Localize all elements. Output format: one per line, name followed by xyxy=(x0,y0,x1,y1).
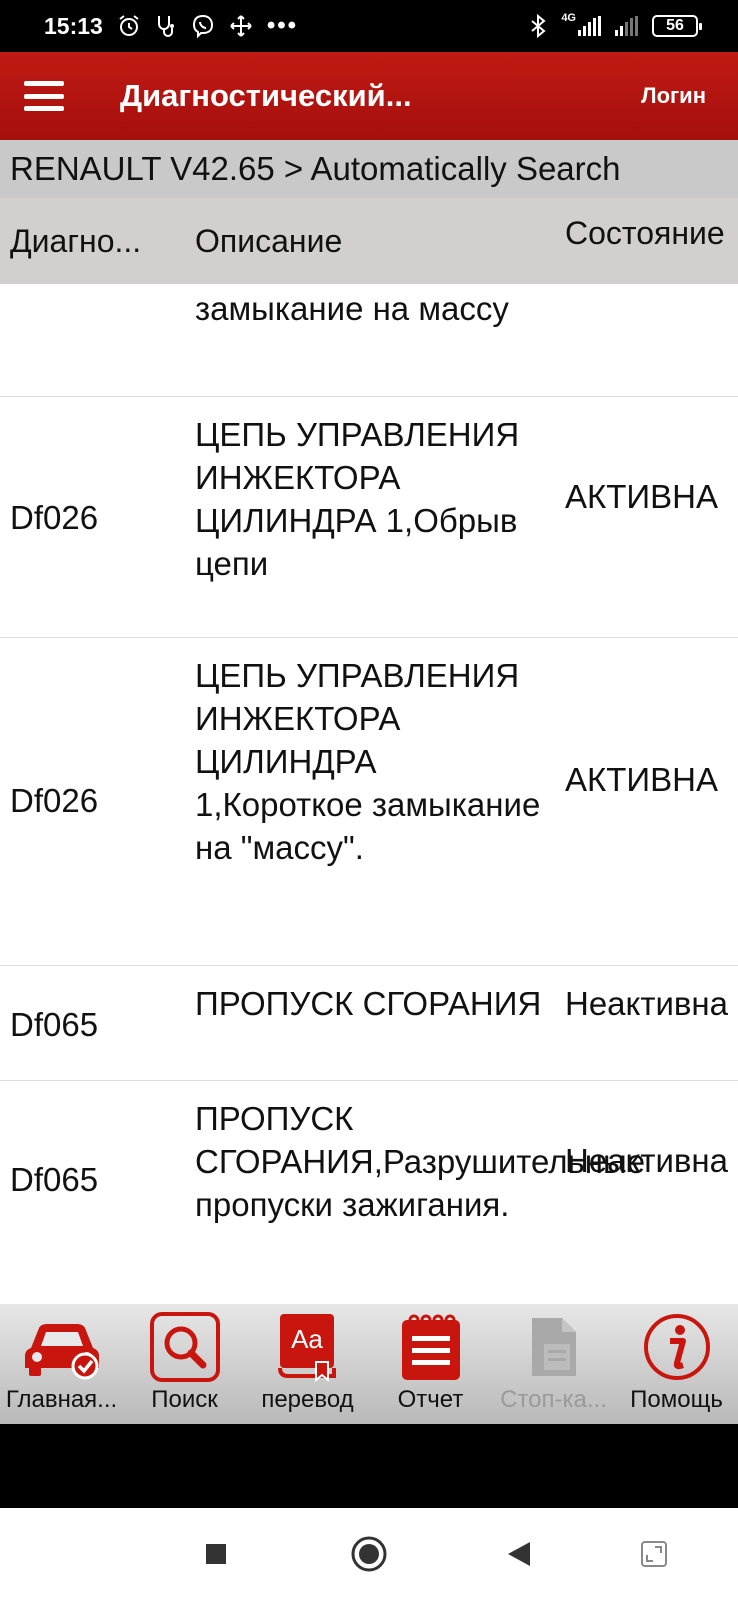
table-row[interactable]: Df026 ЦЕПЬ УПРАВЛЕНИЯ ИНЖЕКТОРА ЦИЛИНДРА… xyxy=(0,638,738,966)
empty-area xyxy=(0,1424,738,1508)
row-state: Неактивна xyxy=(565,1142,729,1179)
row-description: ПРОПУСК СГОРАНИЯ xyxy=(195,985,542,1022)
freeze-frame-document-icon xyxy=(531,1318,576,1376)
row-description: или короткое замыкание на массу xyxy=(195,290,509,327)
menu-icon[interactable] xyxy=(24,81,64,111)
table-row[interactable]: Df026 ЦЕПЬ УПРАВЛЕНИЯ ИНЖЕКТОРА ЦИЛИНДРА… xyxy=(0,397,738,638)
screen: 15:13 ••• 4G 56 Диагностический... Логин… xyxy=(0,0,738,1599)
home-label: Главная... xyxy=(5,1386,118,1413)
bluetooth-icon xyxy=(531,14,546,38)
app-bar: Диагностический... Логин xyxy=(0,52,738,140)
search-label: Поиск xyxy=(151,1386,218,1413)
signal-2-icon xyxy=(615,16,638,36)
column-header-code[interactable]: Диагно... xyxy=(10,223,175,260)
battery-level: 56 xyxy=(666,17,684,34)
freeze-frame-label: Стоп-ка... xyxy=(500,1386,607,1413)
column-header-state[interactable]: Состояние xyxy=(565,212,735,254)
battery-icon: 56 xyxy=(652,15,702,37)
translate-book-icon: Aa xyxy=(277,1314,336,1382)
alarm-icon xyxy=(119,15,139,36)
status-time: 15:13 xyxy=(44,12,103,39)
more-notifications-icon: ••• xyxy=(266,12,299,39)
help-button[interactable]: Помощь xyxy=(615,1304,738,1424)
row-code: Df065 xyxy=(10,1161,99,1198)
back-triangle-icon[interactable] xyxy=(506,1540,532,1568)
row-state: Неактивна xyxy=(565,985,729,1022)
row-code: Df026 xyxy=(10,499,99,536)
row-code: Df065 xyxy=(10,1006,99,1043)
expand-screen-icon[interactable] xyxy=(640,1540,668,1568)
report-notepad-icon xyxy=(401,1314,460,1380)
row-state: АКТИВНА xyxy=(565,761,718,798)
table-row[interactable]: Df065 ПРОПУСК СГОРАНИЯ Неактивна xyxy=(0,966,738,1081)
breadcrumb: RENAULT V42.65 > Automatically Search xyxy=(0,140,738,198)
row-state: АКТИВНА xyxy=(565,478,718,515)
viber-icon xyxy=(192,14,213,38)
status-bar: 15:13 ••• 4G 56 xyxy=(0,0,738,52)
home-button[interactable]: Главная... xyxy=(0,1304,123,1424)
stethoscope-icon xyxy=(157,16,174,37)
car-check-icon xyxy=(24,1324,99,1380)
row-description: ПРОПУСК СГОРАНИЯ,Разрушительные пропуски… xyxy=(195,1100,646,1223)
row-description: ЦЕПЬ УПРАВЛЕНИЯ ИНЖЕКТОРА ЦИЛИНДРА 1,Кор… xyxy=(195,657,541,866)
report-button[interactable]: Отчет xyxy=(369,1304,492,1424)
table-row[interactable]: или короткое замыкание на массу xyxy=(0,284,738,397)
row-description: ЦЕПЬ УПРАВЛЕНИЯ ИНЖЕКТОРА ЦИЛИНДРА 1,Обр… xyxy=(195,416,520,582)
search-button[interactable]: Поиск xyxy=(123,1304,246,1424)
freeze-frame-button[interactable]: Стоп-ка... xyxy=(492,1304,615,1424)
row-code: Df026 xyxy=(10,782,99,819)
table-header: Диагно... Описание Состояние xyxy=(0,198,738,284)
info-help-icon xyxy=(643,1314,710,1380)
help-label: Помощь xyxy=(630,1386,723,1413)
translate-label: перевод xyxy=(261,1386,354,1413)
dtc-table[interactable]: или короткое замыкание на массу Df026 ЦЕ… xyxy=(0,284,738,1304)
move-arrows-icon xyxy=(230,15,252,37)
home-circle-icon[interactable] xyxy=(350,1535,388,1573)
recents-square-icon[interactable] xyxy=(204,1542,228,1566)
signal-icon xyxy=(578,16,601,36)
login-button[interactable]: Логин xyxy=(641,83,706,109)
translate-button[interactable]: Aa перевод xyxy=(246,1304,369,1424)
bottom-toolbar: Главная... Поиск Aa перевод Отчет Стоп-к… xyxy=(0,1304,738,1424)
table-row[interactable]: Df065 ПРОПУСК СГОРАНИЯ,Разрушительные пр… xyxy=(0,1081,738,1291)
page-title: Диагностический... xyxy=(120,78,412,113)
column-header-description[interactable]: Описание xyxy=(195,223,342,260)
system-nav-bar xyxy=(0,1508,738,1599)
search-icon xyxy=(149,1312,220,1382)
svg-text:Aa: Aa xyxy=(291,1324,323,1354)
report-label: Отчет xyxy=(397,1386,464,1413)
network-type: 4G xyxy=(561,12,576,24)
